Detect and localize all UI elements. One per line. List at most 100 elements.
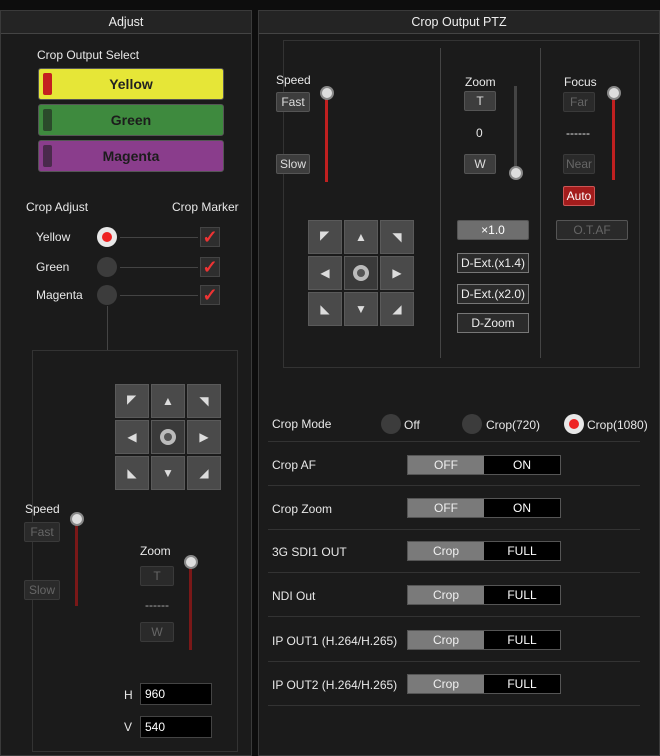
- arrow-up-right-icon: ◥: [199, 394, 209, 408]
- ptz-pad-down-right-button[interactable]: ◢: [380, 292, 414, 326]
- ptz-pad-center-button[interactable]: [344, 256, 378, 290]
- ndi-out-toggle[interactable]: Crop FULL: [407, 585, 561, 605]
- ptz-zoom-label: Zoom: [465, 75, 496, 89]
- ptz-zoom-value: 0: [476, 126, 483, 140]
- focus-auto-button[interactable]: Auto: [563, 186, 595, 206]
- crop-output-yellow-label: Yellow: [109, 76, 153, 92]
- focus-slider-knob[interactable]: [607, 86, 621, 100]
- crop-output-green-button[interactable]: Green: [38, 104, 224, 136]
- adjust-speed-fast-button[interactable]: Fast: [24, 522, 60, 542]
- ptz-pad-up-button[interactable]: ▲: [344, 220, 378, 254]
- crop-adjust-yellow-radio[interactable]: [97, 227, 117, 247]
- arrow-down-left-icon: ◣: [320, 302, 330, 316]
- crop-output-magenta-button[interactable]: Magenta: [38, 140, 224, 172]
- focus-far-button[interactable]: Far: [563, 92, 595, 112]
- 3g-sdi1-out-toggle[interactable]: Crop FULL: [407, 541, 561, 561]
- 3g-sdi1-out-full-option[interactable]: FULL: [484, 542, 560, 560]
- center-dot-icon: [160, 429, 176, 445]
- otaf-button[interactable]: O.T.AF: [556, 220, 628, 240]
- crop-marker-green-checkbox[interactable]: ✓: [200, 257, 220, 277]
- ptz-pad-right-button[interactable]: ▶: [380, 256, 414, 290]
- ip-out2-toggle[interactable]: Crop FULL: [407, 674, 561, 694]
- pad-center-button[interactable]: [151, 420, 185, 454]
- arrow-left-icon: ◀: [127, 430, 137, 444]
- pad-up-right-button[interactable]: ◥: [187, 384, 221, 418]
- crop-af-toggle[interactable]: OFF ON: [407, 455, 561, 475]
- crop-zoom-on-option[interactable]: ON: [484, 499, 560, 517]
- crop-adjust-label: Crop Adjust: [26, 200, 89, 214]
- crop-af-on-option[interactable]: ON: [484, 456, 560, 474]
- adjust-speed-slow-button[interactable]: Slow: [24, 580, 60, 600]
- adjust-speed-slider-track[interactable]: [75, 522, 78, 606]
- ptz-pad-up-left-button[interactable]: ◢: [308, 220, 342, 254]
- ip-out1-crop-option[interactable]: Crop: [408, 631, 484, 649]
- ip-out1-full-option[interactable]: FULL: [484, 631, 560, 649]
- crop-mode-720-radio[interactable]: [462, 414, 482, 434]
- crop-output-magenta-label: Magenta: [102, 148, 160, 164]
- ndi-out-crop-option[interactable]: Crop: [408, 586, 484, 604]
- crop-adjust-green-radio[interactable]: [97, 257, 117, 277]
- adjust-speed-label: Speed: [25, 502, 60, 516]
- ptz-pad-up-right-button[interactable]: ◥: [380, 220, 414, 254]
- crop-af-off-option[interactable]: OFF: [408, 456, 484, 474]
- arrow-down-left-icon: ◣: [127, 466, 137, 480]
- focus-near-button[interactable]: Near: [563, 154, 595, 174]
- d-ext-2-0-button[interactable]: D-Ext.(x2.0): [457, 284, 529, 304]
- pad-up-left-button[interactable]: ◢: [115, 384, 149, 418]
- ptz-speed-slow-button[interactable]: Slow: [276, 154, 310, 174]
- crop-output-yellow-button[interactable]: Yellow: [38, 68, 224, 100]
- ptz-speed-slider-knob[interactable]: [320, 86, 334, 100]
- crop-zoom-toggle[interactable]: OFF ON: [407, 498, 561, 518]
- ip-out2-crop-option[interactable]: Crop: [408, 675, 484, 693]
- ptz-zoom-w-button[interactable]: W: [464, 154, 496, 174]
- focus-value: ------: [566, 126, 590, 140]
- ip-out2-label: IP OUT2 (H.264/H.265): [272, 678, 398, 692]
- crop-adjust-magenta-radio[interactable]: [97, 285, 117, 305]
- d-ext-1-4-button[interactable]: D-Ext.(x1.4): [457, 253, 529, 273]
- adjust-zoom-w-button[interactable]: W: [140, 622, 174, 642]
- arrow-down-right-icon: ◢: [199, 466, 209, 480]
- adjust-speed-slider-knob[interactable]: [70, 512, 84, 526]
- crop-output-yellow-indicator: [43, 73, 52, 95]
- ptz-pad-down-button[interactable]: ▼: [344, 292, 378, 326]
- ip-out2-full-option[interactable]: FULL: [484, 675, 560, 693]
- crop-marker-yellow-checkbox[interactable]: ✓: [200, 227, 220, 247]
- ptz-speed-fast-button[interactable]: Fast: [276, 92, 310, 112]
- d-zoom-button[interactable]: D-Zoom: [457, 313, 529, 333]
- ip-out1-toggle[interactable]: Crop FULL: [407, 630, 561, 650]
- ptz-panel-title: Crop Output PTZ: [259, 11, 659, 34]
- adjust-zoom-t-button[interactable]: T: [140, 566, 174, 586]
- adjust-zoom-slider-track[interactable]: [189, 566, 192, 650]
- row-separator: [268, 441, 640, 442]
- crop-mode-1080-radio[interactable]: [564, 414, 584, 434]
- 3g-sdi1-out-crop-option[interactable]: Crop: [408, 542, 484, 560]
- ptz-pad-down-left-button[interactable]: ◣: [308, 292, 342, 326]
- connector-line: [107, 306, 108, 350]
- ptz-zoom-slider-knob[interactable]: [509, 166, 523, 180]
- pad-up-button[interactable]: ▲: [151, 384, 185, 418]
- ndi-out-full-option[interactable]: FULL: [484, 586, 560, 604]
- crop-zoom-off-option[interactable]: OFF: [408, 499, 484, 517]
- pad-down-right-button[interactable]: ◢: [187, 456, 221, 490]
- v-input[interactable]: 540: [140, 716, 212, 738]
- pad-down-left-button[interactable]: ◣: [115, 456, 149, 490]
- zoom-x1-button[interactable]: ×1.0: [457, 220, 529, 240]
- center-dot-icon: [353, 265, 369, 281]
- crop-mode-off-radio[interactable]: [381, 414, 401, 434]
- ptz-zoom-t-button[interactable]: T: [464, 91, 496, 111]
- pad-down-button[interactable]: ▼: [151, 456, 185, 490]
- pad-right-button[interactable]: ▶: [187, 420, 221, 454]
- crop-marker-label: Crop Marker: [172, 200, 239, 214]
- adjust-zoom-slider-knob[interactable]: [184, 555, 198, 569]
- focus-slider-track[interactable]: [612, 96, 615, 180]
- 3g-sdi1-out-label: 3G SDI1 OUT: [272, 545, 347, 559]
- ptz-zoom-slider-track[interactable]: [514, 86, 517, 172]
- ptz-pad-left-button[interactable]: ◀: [308, 256, 342, 290]
- h-input[interactable]: 960: [140, 683, 212, 705]
- ptz-speed-slider-track[interactable]: [325, 96, 328, 182]
- pad-left-button[interactable]: ◀: [115, 420, 149, 454]
- row-separator: [268, 661, 640, 662]
- crop-output-green-label: Green: [110, 112, 152, 128]
- crop-mode-720-label: Crop(720): [486, 418, 541, 432]
- crop-marker-magenta-checkbox[interactable]: ✓: [200, 285, 220, 305]
